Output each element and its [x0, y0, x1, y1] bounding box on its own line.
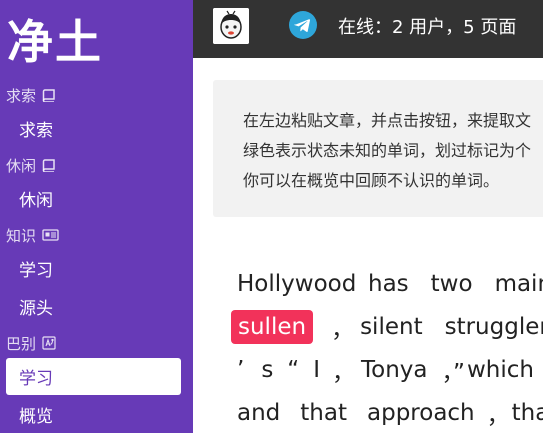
- word[interactable]: approach: [367, 400, 475, 426]
- word[interactable]: s: [261, 357, 273, 383]
- section-label-text: 巴别: [6, 334, 37, 353]
- top-bar: 在线：2 用户，5 页面: [193, 0, 543, 58]
- word[interactable]: Hollywood: [237, 271, 356, 297]
- section-label-text: 求索: [6, 86, 37, 105]
- article-line: sullen ， silent strugglers: [231, 305, 543, 348]
- word[interactable]: which: [467, 357, 534, 383]
- instructions-panel: 在左边粘贴文章，并点击按钮，来提取文 绿色表示状态未知的单词，划过标记为个 你可…: [213, 80, 543, 217]
- word[interactable]: I: [313, 357, 320, 383]
- sidebar-item-source[interactable]: 源头: [6, 288, 181, 325]
- word[interactable]: silent: [360, 314, 423, 340]
- section-label-seek: 求索: [6, 84, 56, 106]
- word[interactable]: ，: [331, 310, 354, 344]
- instruction-line: 在左边粘贴文章，并点击按钮，来提取文: [243, 111, 532, 130]
- word[interactable]: and: [237, 400, 280, 426]
- sidebar-item-leisure[interactable]: 休闲: [6, 180, 181, 217]
- section-label-babel: 巴别: [6, 332, 56, 354]
- instruction-line: 你可以在概览中回顾不认识的单词。: [243, 171, 500, 190]
- word[interactable]: ’: [237, 357, 244, 383]
- word[interactable]: strugglers: [445, 314, 543, 340]
- telegram-icon[interactable]: [289, 11, 317, 39]
- sidebar-item-babel-study[interactable]: 学习: [6, 358, 181, 395]
- word[interactable]: that: [512, 400, 543, 426]
- word[interactable]: ，”: [442, 353, 465, 387]
- sidebar-item-study[interactable]: 学习: [6, 250, 181, 287]
- word[interactable]: Tonya: [361, 357, 428, 383]
- sidebar-item-overview[interactable]: 概览: [6, 396, 181, 433]
- avatar-icon[interactable]: [213, 8, 249, 44]
- instruction-line: 绿色表示状态未知的单词，划过标记为个: [243, 141, 532, 160]
- translate-icon: [42, 336, 56, 350]
- sidebar: 净土 求索 求索 休闲 休闲 知识 学习 源头 巴别 学习 概览: [0, 0, 193, 433]
- section-label-leisure: 休闲: [6, 154, 56, 176]
- article-line: ’ s “ I ， Tonya ，” which: [237, 348, 534, 391]
- section-label-knowledge: 知识: [6, 224, 59, 246]
- brand-logo[interactable]: 净土: [7, 14, 103, 70]
- word[interactable]: two: [431, 271, 473, 297]
- word[interactable]: that: [300, 400, 347, 426]
- online-status: 在线：2 用户，5 页面: [338, 17, 517, 38]
- book-icon: [42, 88, 56, 102]
- word[interactable]: “: [287, 357, 299, 383]
- section-label-text: 休闲: [6, 156, 37, 175]
- word[interactable]: has: [368, 271, 409, 297]
- word[interactable]: ，: [487, 396, 510, 430]
- newspaper-icon: [42, 229, 59, 241]
- sidebar-item-seek[interactable]: 求索: [6, 110, 181, 147]
- article-line: Hollywood has two main: [237, 262, 543, 305]
- book-icon: [42, 158, 56, 172]
- section-label-text: 知识: [6, 226, 37, 245]
- word-highlighted[interactable]: sullen: [231, 309, 314, 344]
- article-line: and that approach ， that: [237, 391, 543, 433]
- word[interactable]: main: [495, 271, 543, 297]
- word[interactable]: ，: [332, 353, 355, 387]
